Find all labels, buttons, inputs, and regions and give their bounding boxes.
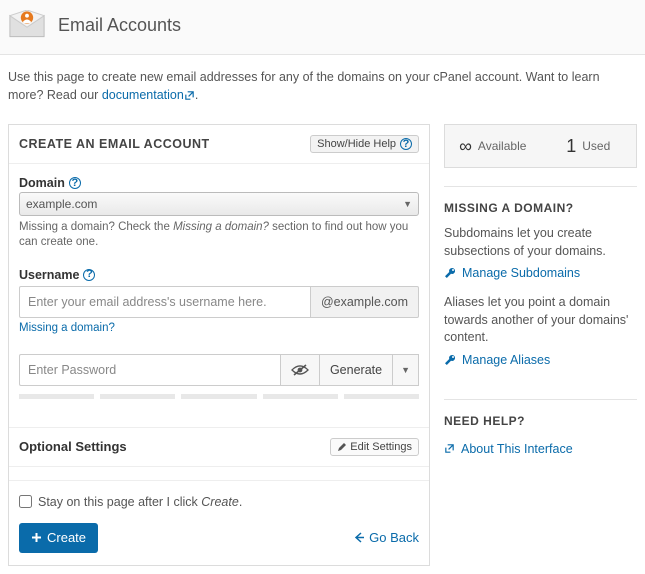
show-hide-help-button[interactable]: Show/Hide Help ?	[310, 135, 419, 153]
username-input[interactable]	[19, 286, 311, 318]
help-icon: ?	[400, 138, 412, 150]
intro-copy: Use this page to create new email addres…	[8, 70, 600, 102]
username-domain-suffix: @example.com	[311, 286, 419, 318]
create-email-panel: CREATE AN EMAIL ACCOUNT Show/Hide Help ?…	[8, 124, 430, 566]
stats-bar: ∞ Available 1 Used	[444, 124, 637, 168]
optional-settings-heading: Optional Settings	[19, 439, 127, 454]
manage-subdomains-link[interactable]: Manage Subdomains	[444, 266, 637, 280]
external-link-icon	[184, 90, 195, 101]
infinity-icon: ∞	[459, 136, 472, 157]
intro-text: Use this page to create new email addres…	[0, 55, 645, 124]
pencil-icon	[337, 442, 347, 452]
domain-selected-value: example.com	[26, 197, 97, 211]
stay-on-page-checkbox[interactable]: Stay on this page after I click Create.	[19, 495, 419, 509]
subdomains-text: Subdomains let you create subsections of…	[444, 225, 637, 260]
domain-label: Domain ?	[19, 176, 419, 190]
page-header: Email Accounts	[0, 0, 645, 55]
info-icon[interactable]: ?	[69, 177, 81, 189]
stat-used: 1 Used	[541, 125, 637, 167]
aliases-text: Aliases let you point a domain towards a…	[444, 294, 637, 347]
missing-domain-link[interactable]: Missing a domain?	[19, 322, 115, 334]
password-strength-meter	[19, 394, 419, 399]
missing-domain-section: MISSING A DOMAIN? Subdomains let you cre…	[444, 186, 637, 381]
about-interface-link[interactable]: About This Interface	[444, 442, 637, 456]
need-help-heading: NEED HELP?	[444, 399, 637, 438]
domain-hint: Missing a domain? Check the Missing a do…	[19, 220, 419, 250]
wrench-icon	[444, 267, 456, 279]
manage-aliases-link[interactable]: Manage Aliases	[444, 353, 637, 367]
chevron-down-icon: ▼	[401, 365, 410, 375]
chevron-down-icon: ▼	[403, 199, 412, 209]
toggle-password-visibility-button[interactable]	[280, 354, 319, 386]
stat-available: ∞ Available	[445, 125, 541, 167]
eye-slash-icon	[291, 363, 309, 377]
intro-period: .	[195, 88, 198, 102]
need-help-section: NEED HELP? About This Interface	[444, 399, 637, 470]
wrench-icon	[444, 354, 456, 366]
documentation-link[interactable]: documentation	[102, 88, 195, 102]
domain-select[interactable]: example.com ▼	[19, 192, 419, 216]
used-count: 1	[566, 136, 576, 157]
used-label: Used	[582, 139, 610, 153]
generate-password-button[interactable]: Generate	[319, 354, 392, 386]
page-title: Email Accounts	[58, 15, 181, 36]
email-accounts-icon	[8, 10, 46, 40]
missing-domain-heading: MISSING A DOMAIN?	[444, 186, 637, 225]
password-input[interactable]	[19, 354, 280, 386]
stay-checkbox-input[interactable]	[19, 495, 32, 508]
external-link-icon	[444, 443, 455, 454]
username-label: Username ?	[19, 268, 419, 282]
generate-options-dropdown[interactable]: ▼	[392, 354, 419, 386]
available-label: Available	[478, 139, 526, 153]
panel-title: CREATE AN EMAIL ACCOUNT	[19, 137, 210, 151]
info-icon[interactable]: ?	[83, 269, 95, 281]
edit-settings-button[interactable]: Edit Settings	[330, 438, 419, 456]
